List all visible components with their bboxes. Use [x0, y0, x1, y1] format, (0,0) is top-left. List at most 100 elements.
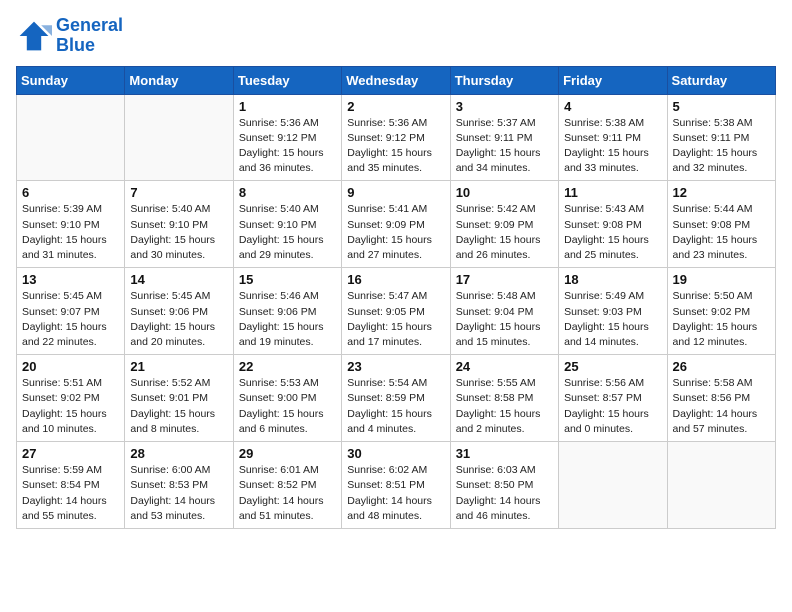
calendar-cell: 30Sunrise: 6:02 AMSunset: 8:51 PMDayligh… [342, 442, 450, 529]
calendar-cell: 27 Sunrise: 5:59 AMSunset: 8:54 PMDayligh… [17, 442, 125, 529]
day-info: Sunrise: 5:36 AMSunset: 9:12 PMDaylight:… [347, 116, 444, 177]
day-info: Sunrise: 5:49 AMSunset: 9:03 PMDaylight:… [564, 289, 661, 350]
day-number: 21 [130, 359, 227, 374]
calendar-cell [17, 94, 125, 181]
day-info: Sunrise: 5:43 AMSunset: 9:08 PMDaylight:… [564, 202, 661, 263]
calendar-week-row: 1 Sunrise: 5:36 AMSunset: 9:12 PMDaylight… [17, 94, 776, 181]
day-number: 7 [130, 185, 227, 200]
day-number: 17 [456, 272, 553, 287]
day-number: 4 [564, 99, 661, 114]
calendar-cell: 4 Sunrise: 5:38 AMSunset: 9:11 PMDaylight… [559, 94, 667, 181]
day-info: Sunrise: 5:48 AMSunset: 9:04 PMDaylight:… [456, 289, 553, 350]
day-info: Sunrise: 5:42 AMSunset: 9:09 PMDaylight:… [456, 202, 553, 263]
weekday-header-tuesday: Tuesday [233, 66, 341, 94]
day-info: Sunrise: 5:53 AMSunset: 9:00 PMDaylight:… [239, 376, 336, 437]
calendar-cell: 3 Sunrise: 5:37 AMSunset: 9:11 PMDaylight… [450, 94, 558, 181]
logo: General Blue [16, 16, 123, 56]
calendar-header-row: SundayMondayTuesdayWednesdayThursdayFrid… [17, 66, 776, 94]
calendar-cell: 6 Sunrise: 5:39 AMSunset: 9:10 PMDaylight… [17, 181, 125, 268]
day-info: Sunrise: 5:37 AMSunset: 9:11 PMDaylight:… [456, 116, 553, 177]
day-info: Sunrise: 5:55 AMSunset: 8:58 PMDaylight:… [456, 376, 553, 437]
calendar-week-row: 6 Sunrise: 5:39 AMSunset: 9:10 PMDaylight… [17, 181, 776, 268]
calendar-cell: 5 Sunrise: 5:38 AMSunset: 9:11 PMDaylight… [667, 94, 775, 181]
day-number: 14 [130, 272, 227, 287]
day-number: 6 [22, 185, 119, 200]
calendar-cell: 25Sunrise: 5:56 AMSunset: 8:57 PMDayligh… [559, 355, 667, 442]
calendar-cell: 14 Sunrise: 5:45 AMSunset: 9:06 PMDayligh… [125, 268, 233, 355]
weekday-header-thursday: Thursday [450, 66, 558, 94]
calendar-week-row: 13Sunrise: 5:45 AMSunset: 9:07 PMDayligh… [17, 268, 776, 355]
day-info: Sunrise: 5:46 AMSunset: 9:06 PMDaylight:… [239, 289, 336, 350]
calendar-cell: 26 Sunrise: 5:58 AMSunset: 8:56 PMDayligh… [667, 355, 775, 442]
day-info: Sunrise: 5:51 AMSunset: 9:02 PMDaylight:… [22, 376, 119, 437]
day-info: Sunrise: 6:00 AMSunset: 8:53 PMDaylight:… [130, 463, 227, 524]
day-number: 11 [564, 185, 661, 200]
calendar-cell: 28 Sunrise: 6:00 AMSunset: 8:53 PMDayligh… [125, 442, 233, 529]
weekday-header-wednesday: Wednesday [342, 66, 450, 94]
day-info: Sunrise: 5:40 AMSunset: 9:10 PMDaylight:… [239, 202, 336, 263]
day-number: 25 [564, 359, 661, 374]
calendar-cell: 9Sunrise: 5:41 AMSunset: 9:09 PMDaylight… [342, 181, 450, 268]
day-info: Sunrise: 6:01 AMSunset: 8:52 PMDaylight:… [239, 463, 336, 524]
calendar-cell: 7 Sunrise: 5:40 AMSunset: 9:10 PMDaylight… [125, 181, 233, 268]
day-info: Sunrise: 5:45 AMSunset: 9:06 PMDaylight:… [130, 289, 227, 350]
logo-text: General Blue [56, 16, 123, 56]
calendar-cell: 2 Sunrise: 5:36 AMSunset: 9:12 PMDaylight… [342, 94, 450, 181]
calendar-cell [125, 94, 233, 181]
calendar-week-row: 20Sunrise: 5:51 AMSunset: 9:02 PMDayligh… [17, 355, 776, 442]
calendar-cell: 8Sunrise: 5:40 AMSunset: 9:10 PMDaylight… [233, 181, 341, 268]
day-info: Sunrise: 5:59 AMSunset: 8:54 PMDaylight:… [22, 463, 119, 524]
weekday-header-friday: Friday [559, 66, 667, 94]
weekday-header-saturday: Saturday [667, 66, 775, 94]
weekday-header-sunday: Sunday [17, 66, 125, 94]
day-number: 12 [673, 185, 770, 200]
day-info: Sunrise: 5:38 AMSunset: 9:11 PMDaylight:… [564, 116, 661, 177]
day-number: 29 [239, 446, 336, 461]
day-number: 28 [130, 446, 227, 461]
day-number: 22 [239, 359, 336, 374]
calendar-cell: 10Sunrise: 5:42 AMSunset: 9:09 PMDayligh… [450, 181, 558, 268]
day-number: 5 [673, 99, 770, 114]
calendar-cell: 15 Sunrise: 5:46 AMSunset: 9:06 PMDayligh… [233, 268, 341, 355]
day-info: Sunrise: 6:03 AMSunset: 8:50 PMDaylight:… [456, 463, 553, 524]
day-number: 2 [347, 99, 444, 114]
day-info: Sunrise: 5:58 AMSunset: 8:56 PMDaylight:… [673, 376, 770, 437]
day-number: 3 [456, 99, 553, 114]
day-number: 26 [673, 359, 770, 374]
calendar-cell: 1 Sunrise: 5:36 AMSunset: 9:12 PMDaylight… [233, 94, 341, 181]
weekday-header-monday: Monday [125, 66, 233, 94]
day-number: 1 [239, 99, 336, 114]
calendar-week-row: 27 Sunrise: 5:59 AMSunset: 8:54 PMDayligh… [17, 442, 776, 529]
calendar-cell [559, 442, 667, 529]
day-number: 9 [347, 185, 444, 200]
calendar-cell: 12 Sunrise: 5:44 AMSunset: 9:08 PMDayligh… [667, 181, 775, 268]
day-info: Sunrise: 5:39 AMSunset: 9:10 PMDaylight:… [22, 202, 119, 263]
day-number: 23 [347, 359, 444, 374]
day-info: Sunrise: 5:47 AMSunset: 9:05 PMDaylight:… [347, 289, 444, 350]
day-info: Sunrise: 6:02 AMSunset: 8:51 PMDaylight:… [347, 463, 444, 524]
calendar-cell: 31 Sunrise: 6:03 AMSunset: 8:50 PMDayligh… [450, 442, 558, 529]
day-info: Sunrise: 5:36 AMSunset: 9:12 PMDaylight:… [239, 116, 336, 177]
calendar-cell: 13Sunrise: 5:45 AMSunset: 9:07 PMDayligh… [17, 268, 125, 355]
day-number: 31 [456, 446, 553, 461]
day-number: 19 [673, 272, 770, 287]
page-header: General Blue [16, 16, 776, 56]
calendar-cell: 22 Sunrise: 5:53 AMSunset: 9:00 PMDayligh… [233, 355, 341, 442]
calendar-cell: 11 Sunrise: 5:43 AMSunset: 9:08 PMDayligh… [559, 181, 667, 268]
calendar-cell: 20Sunrise: 5:51 AMSunset: 9:02 PMDayligh… [17, 355, 125, 442]
calendar-cell: 18Sunrise: 5:49 AMSunset: 9:03 PMDayligh… [559, 268, 667, 355]
calendar-table: SundayMondayTuesdayWednesdayThursdayFrid… [16, 66, 776, 529]
calendar-cell: 29 Sunrise: 6:01 AMSunset: 8:52 PMDayligh… [233, 442, 341, 529]
day-info: Sunrise: 5:40 AMSunset: 9:10 PMDaylight:… [130, 202, 227, 263]
day-number: 15 [239, 272, 336, 287]
calendar-cell: 24Sunrise: 5:55 AMSunset: 8:58 PMDayligh… [450, 355, 558, 442]
calendar-cell: 17 Sunrise: 5:48 AMSunset: 9:04 PMDayligh… [450, 268, 558, 355]
day-info: Sunrise: 5:38 AMSunset: 9:11 PMDaylight:… [673, 116, 770, 177]
day-number: 27 [22, 446, 119, 461]
calendar-cell [667, 442, 775, 529]
logo-icon [16, 18, 52, 54]
day-info: Sunrise: 5:44 AMSunset: 9:08 PMDaylight:… [673, 202, 770, 263]
calendar-cell: 19Sunrise: 5:50 AMSunset: 9:02 PMDayligh… [667, 268, 775, 355]
calendar-cell: 16Sunrise: 5:47 AMSunset: 9:05 PMDayligh… [342, 268, 450, 355]
calendar-cell: 23Sunrise: 5:54 AMSunset: 8:59 PMDayligh… [342, 355, 450, 442]
